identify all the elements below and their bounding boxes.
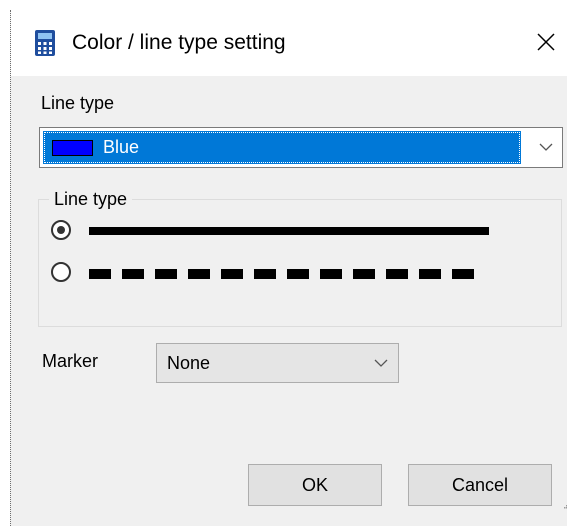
solid-line-sample	[89, 227, 489, 235]
line-type-group-label: Line type	[49, 188, 133, 210]
chevron-down-icon[interactable]	[538, 140, 554, 154]
marker-label: Marker	[42, 351, 99, 371]
radio-dashed-line[interactable]	[51, 262, 71, 282]
color-swatch	[52, 140, 93, 156]
dashed-line-sample	[89, 269, 481, 279]
close-icon	[536, 33, 555, 51]
chevron-down-icon[interactable]	[374, 357, 388, 369]
close-button[interactable]	[523, 20, 567, 64]
radio-solid-line[interactable]	[51, 220, 71, 240]
cancel-button[interactable]: Cancel	[408, 464, 552, 506]
color-select-value: Blue	[103, 137, 140, 157]
color-label: Line type	[41, 93, 115, 113]
radio-selected-dot	[57, 226, 65, 234]
dialog-title: Color / line type setting	[72, 31, 286, 54]
line-type-groupbox	[38, 199, 562, 327]
color-select[interactable]: Blue	[39, 127, 563, 168]
title-bar: Color / line type setting	[11, 10, 567, 76]
marker-select-value: None	[167, 353, 211, 373]
color-line-type-dialog: Color / line type setting Line type Blue…	[10, 10, 567, 526]
marker-select[interactable]: None	[156, 343, 399, 383]
calculator-icon	[35, 30, 55, 56]
ok-button[interactable]: OK	[248, 464, 382, 506]
color-select-highlight: Blue	[43, 131, 521, 164]
